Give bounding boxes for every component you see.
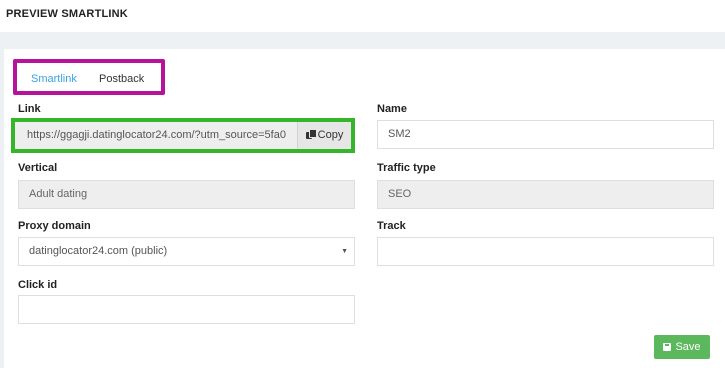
traffic-type-label: Traffic type — [377, 162, 436, 174]
track-field[interactable] — [377, 237, 714, 266]
proxy-domain-value: datinglocator24.com (public) — [29, 245, 168, 257]
link-field[interactable]: https://ggagji.datinglocator24.com/?utm_… — [15, 122, 297, 149]
proxy-domain-label: Proxy domain — [18, 220, 91, 232]
vertical-field: Adult dating — [18, 180, 355, 209]
track-label: Track — [377, 220, 406, 232]
vertical-label: Vertical — [18, 162, 58, 174]
name-field[interactable]: SM2 — [377, 120, 714, 149]
proxy-domain-select[interactable]: datinglocator24.com (public) ▼ — [18, 237, 355, 266]
copy-button-label: Copy — [317, 129, 344, 141]
name-label: Name — [377, 103, 407, 115]
caret-down-icon: ▼ — [341, 248, 348, 255]
traffic-type-field: SEO — [377, 180, 714, 209]
save-button-label: Save — [675, 341, 701, 353]
copy-button[interactable]: Copy — [297, 122, 351, 149]
floppy-disk-icon — [663, 343, 672, 351]
copy-icon — [305, 129, 317, 139]
page-title: PREVIEW SMARTLINK — [6, 8, 128, 20]
click-id-field[interactable] — [18, 295, 355, 324]
save-button[interactable]: Save — [654, 335, 710, 359]
tab-bar: Smartlink Postback — [13, 59, 165, 95]
link-label: Link — [18, 103, 41, 115]
link-input-group: https://ggagji.datinglocator24.com/?utm_… — [11, 118, 355, 153]
tab-postback[interactable]: Postback — [99, 73, 144, 85]
click-id-label: Click id — [18, 279, 58, 291]
page-header: PREVIEW SMARTLINK — [0, 0, 725, 32]
tab-smartlink[interactable]: Smartlink — [31, 73, 77, 85]
